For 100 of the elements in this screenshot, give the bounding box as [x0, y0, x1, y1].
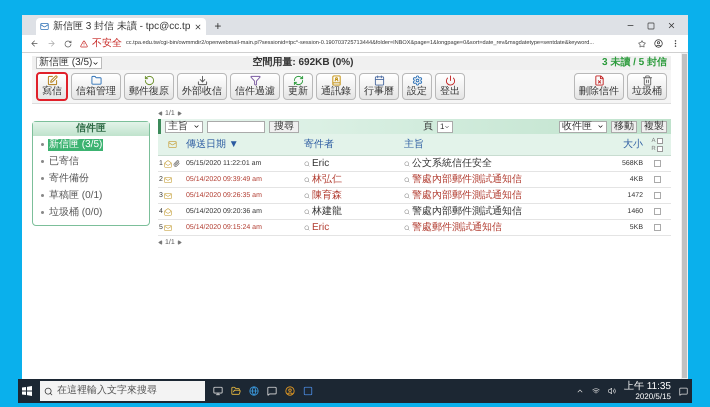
search-icon[interactable] — [404, 208, 410, 214]
filter-icon — [250, 75, 260, 86]
folder-item[interactable]: 寄件備份 — [48, 172, 90, 184]
row-checkbox[interactable] — [654, 192, 660, 199]
bookmark-icon[interactable] — [638, 40, 646, 48]
close-icon[interactable] — [194, 22, 202, 30]
subject-link[interactable]: 警處內部郵件測試通知信 — [412, 174, 522, 184]
unread-summary: 3 未讀 / 5 封信 — [602, 58, 667, 68]
toolbar-button[interactable]: 垃圾桶 — [627, 73, 667, 100]
toolbar-button[interactable]: 郵件復原 — [124, 73, 174, 100]
maximize-icon[interactable] — [647, 22, 655, 30]
envelope-icon — [168, 140, 176, 149]
clock-time[interactable]: 上午 11:35 — [624, 382, 671, 392]
toolbar-button[interactable]: 更新 — [283, 73, 313, 100]
folder-item[interactable]: 已寄信 — [48, 156, 80, 168]
task-view-icon[interactable] — [213, 386, 223, 396]
search-icon — [44, 386, 53, 396]
browser-icon[interactable] — [249, 386, 259, 396]
folder-item[interactable]: 草稿匣 (0/1) — [48, 190, 104, 202]
browser-tab[interactable]: 新信匣 3 封信 未讀 - tpc@cc.tp — [36, 18, 206, 35]
bullet-icon — [41, 160, 44, 163]
move-button[interactable]: 移動 — [611, 120, 637, 132]
taskbar-search-field[interactable]: 在這裡輸入文字來搜尋 — [40, 381, 205, 401]
chat-icon[interactable] — [267, 386, 277, 396]
search-input[interactable] — [207, 120, 265, 132]
new-tab-button[interactable]: + — [214, 20, 222, 32]
row-checkbox[interactable] — [654, 176, 660, 183]
toolbar-button[interactable]: 通訊錄 — [316, 73, 356, 100]
clock-date[interactable]: 2020/5/15 — [635, 392, 671, 400]
sender-link[interactable]: 林建龍 — [312, 206, 342, 216]
mail-icon — [40, 22, 49, 31]
sender-link[interactable]: Eric — [312, 222, 330, 232]
close-icon[interactable] — [667, 21, 676, 30]
calendar-icon — [374, 75, 384, 86]
subject-link[interactable]: 警處內部郵件測試通知信 — [412, 206, 522, 216]
toolbar-button[interactable]: 行事曆 — [359, 73, 399, 100]
subject-link[interactable]: 警處郵件測試通知信 — [412, 222, 502, 232]
toolbar-button[interactable]: 信件過濾 — [230, 73, 280, 100]
app-icon[interactable] — [303, 386, 313, 396]
column-header[interactable]: 主旨 — [404, 140, 603, 150]
tab-title: 新信匣 3 封信 未讀 - tpc@cc.tp — [53, 22, 190, 32]
panel-title: 信件匣 — [33, 122, 149, 136]
folder-icon[interactable] — [231, 386, 241, 396]
caret-icon — [92, 60, 100, 66]
move-target-select[interactable]: 收件匣 — [559, 120, 607, 132]
search-button[interactable]: 搜尋 — [269, 120, 299, 132]
search-icon[interactable] — [404, 224, 410, 230]
row-checkbox[interactable] — [654, 224, 660, 231]
checkbox[interactable] — [656, 146, 663, 152]
column-header[interactable]: 大小 — [603, 140, 643, 150]
restore-icon — [144, 75, 154, 86]
search-icon[interactable] — [404, 160, 410, 166]
delete-icon — [594, 75, 604, 86]
notification-icon[interactable] — [679, 386, 688, 396]
search-field-select[interactable]: 主旨 — [165, 120, 203, 132]
toolbar-button[interactable]: 信箱管理 — [71, 73, 121, 100]
sender-link[interactable]: Eric — [312, 158, 330, 168]
search-icon[interactable] — [304, 160, 310, 166]
next-page-icon[interactable] — [176, 240, 182, 244]
toolbar-button[interactable]: 登出 — [435, 73, 465, 100]
compose-icon — [46, 75, 58, 86]
caret-icon — [597, 123, 604, 130]
search-icon[interactable] — [304, 208, 310, 214]
search-icon[interactable] — [404, 192, 410, 198]
checkbox[interactable] — [656, 138, 662, 144]
reload-icon[interactable] — [64, 40, 72, 48]
volume-icon[interactable] — [608, 387, 616, 395]
search-icon[interactable] — [404, 176, 410, 182]
subject-link[interactable]: 警處內部郵件測試通知信 — [412, 190, 522, 200]
page-select[interactable]: 1 — [437, 120, 454, 132]
back-icon[interactable] — [30, 39, 39, 48]
profile-icon[interactable] — [654, 39, 663, 48]
fetch-icon — [196, 75, 208, 86]
folder-item[interactable]: 垃圾桶 (0/0) — [48, 206, 104, 218]
warning-icon — [80, 40, 88, 48]
column-header[interactable]: 傳送日期 ▼ — [186, 140, 304, 150]
next-page-icon[interactable] — [176, 110, 182, 116]
toolbar-button[interactable]: 設定 — [402, 73, 432, 100]
toolbar-button[interactable]: 寫信 — [36, 72, 68, 101]
prev-page-icon[interactable] — [158, 110, 163, 116]
app-icon[interactable] — [285, 386, 295, 396]
network-icon[interactable] — [592, 387, 600, 395]
windows-logo-icon[interactable] — [22, 386, 32, 396]
column-header[interactable]: 寄件者 — [304, 140, 404, 150]
move-button[interactable]: 複製 — [641, 120, 667, 132]
row-checkbox[interactable] — [654, 160, 660, 167]
folder-select[interactable]: 新信匣 (3/5) — [36, 57, 102, 69]
row-checkbox[interactable] — [654, 208, 660, 215]
forward-icon[interactable] — [47, 39, 56, 48]
trash-icon — [642, 75, 652, 86]
toolbar-button[interactable]: 刪除信件 — [574, 73, 624, 100]
subject-link[interactable]: 公文系統信任安全 — [412, 158, 492, 168]
prev-page-icon[interactable] — [158, 240, 163, 244]
caret-icon — [444, 124, 450, 130]
search-icon[interactable] — [304, 176, 310, 182]
search-icon[interactable] — [304, 192, 310, 198]
sender-link[interactable]: 林弘仁 — [312, 174, 342, 184]
toolbar-button[interactable]: 外部收信 — [177, 73, 227, 100]
search-icon[interactable] — [304, 224, 310, 230]
sender-link[interactable]: 陳育森 — [312, 190, 342, 200]
